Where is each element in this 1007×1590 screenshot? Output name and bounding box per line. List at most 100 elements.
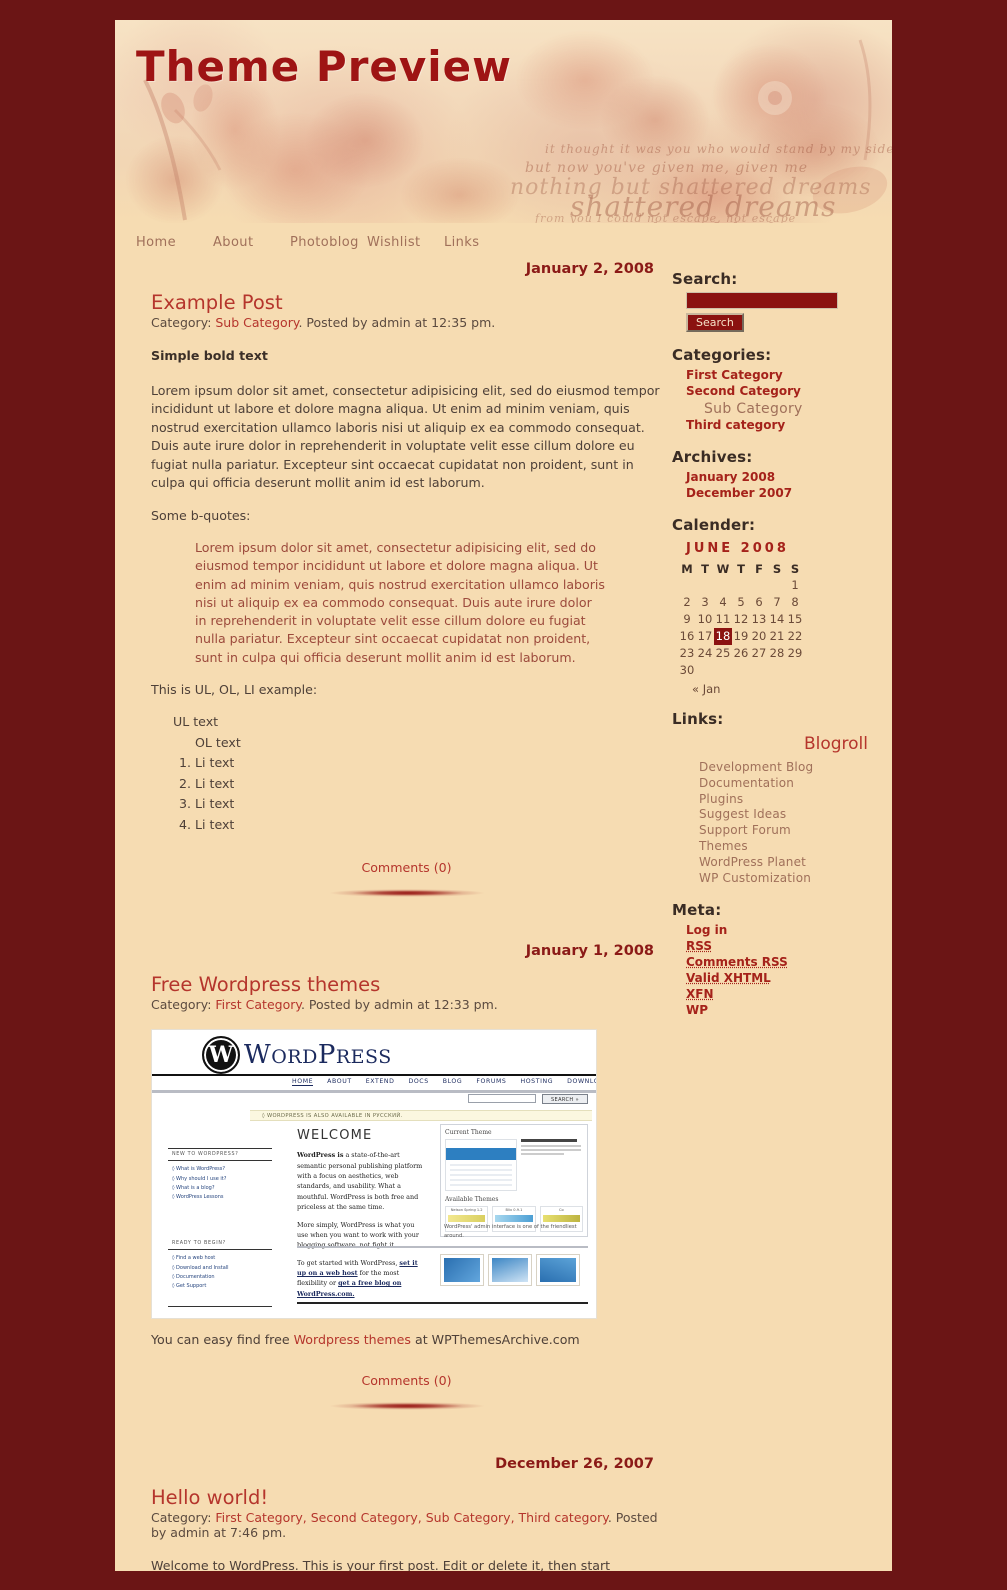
calendar-day-sun: S xyxy=(790,561,800,576)
calendar-cell: 21 xyxy=(769,629,785,644)
wp-theme-name: Co xyxy=(558,1208,564,1213)
nav-item-home[interactable]: Home xyxy=(136,235,213,250)
wp-promo-card xyxy=(440,1254,484,1287)
link-suggest-ideas[interactable]: Suggest Ideas xyxy=(699,807,786,821)
post-title-link[interactable]: Free Wordpress themes xyxy=(151,973,380,996)
list-intro: This is UL, OL, LI example: xyxy=(151,681,318,697)
list-item: Documentation xyxy=(699,776,872,792)
post-divider xyxy=(326,1402,487,1411)
comments-link[interactable]: Comments (0) xyxy=(361,860,451,875)
wp-body-rest: a state-of-the-art semantic personal pub… xyxy=(297,1151,423,1212)
calendar-cell-today: 18 xyxy=(714,627,732,645)
post-caption: You can easy find free Wordpress themes … xyxy=(151,1332,662,1347)
list-item: Li text xyxy=(195,754,662,773)
calendar-cell: 23 xyxy=(679,646,695,661)
nav-item-about[interactable]: About xyxy=(213,235,290,250)
calendar-week: 1 xyxy=(678,577,804,594)
link-wordpress-planet[interactable]: WordPress Planet xyxy=(699,855,806,869)
wp-search-input xyxy=(468,1094,536,1104)
post-category-link[interactable]: First Category xyxy=(215,997,301,1012)
list-item: WordPress Planet xyxy=(699,855,872,871)
calendar-cell: 13 xyxy=(751,612,767,627)
link-themes[interactable]: Themes xyxy=(699,839,748,853)
link-plugins[interactable]: Plugins xyxy=(699,792,743,806)
calendar-cell: 11 xyxy=(715,612,731,627)
wp-nav-forums: FORUMS xyxy=(476,1078,507,1086)
link-documentation[interactable]: Documentation xyxy=(699,776,794,790)
script-line-5: from you I could not escape, not escape xyxy=(535,212,797,223)
wp-body-bold: WordPress is xyxy=(297,1151,344,1160)
search-button[interactable]: Search xyxy=(686,313,744,332)
post-body: Welcome to WordPress. This is your first… xyxy=(151,1557,662,1571)
calendar-cell: 29 xyxy=(787,646,803,661)
search-input[interactable] xyxy=(686,292,838,309)
post-category-links[interactable]: First Category, Second Category, Sub Cat… xyxy=(215,1510,607,1525)
post-meta: Category: First Category. Posted by admi… xyxy=(151,997,662,1012)
calendar-cell: 15 xyxy=(787,612,803,627)
calendar-cell xyxy=(678,577,696,594)
post-title[interactable]: Example Post xyxy=(151,291,662,314)
calendar-day-tue: T xyxy=(701,561,709,576)
sidebar-meta-block: Meta: Log in RSS Comments RSS Valid XHTM… xyxy=(672,901,872,1019)
wp-promo-cards xyxy=(440,1254,580,1287)
calendar-cell xyxy=(768,577,786,594)
wp-logo-row: W WORDPRESS xyxy=(152,1030,596,1077)
list-item: Log in xyxy=(686,923,872,939)
sidebar-category-second[interactable]: Second Category xyxy=(686,384,801,398)
calendar-day-wed: W xyxy=(716,561,730,576)
calendar-cell: 22 xyxy=(787,629,803,644)
nav-item-wishlist[interactable]: Wishlist xyxy=(367,235,444,250)
post-title-link[interactable]: Hello world! xyxy=(151,1486,268,1509)
calendar-cell: 1 xyxy=(791,578,799,593)
wp-theme-panel: Current Theme Available Themes Nelson Sp… xyxy=(440,1124,588,1238)
archive-january-2008[interactable]: January 2008 xyxy=(686,470,775,484)
post-date: December 26, 2007 xyxy=(495,1456,654,1473)
sidebar-categories-block: Categories: First Category Second Catego… xyxy=(672,346,872,434)
sidebar-calendar-block: Calender: JUNE 2008 M T W T F S S 1 2 3 … xyxy=(672,516,872,696)
nav-item-photoblog[interactable]: Photoblog xyxy=(290,235,367,250)
meta-comments-rss[interactable]: Comments RSS xyxy=(686,955,788,969)
meta-valid-xhtml[interactable]: Valid XHTML xyxy=(686,971,771,985)
calendar-prev-link[interactable]: « Jan xyxy=(692,682,720,696)
link-support-forum[interactable]: Support Forum xyxy=(699,823,791,837)
sidebar-category-first[interactable]: First Category xyxy=(686,368,783,382)
sidebar-category-third[interactable]: Third category xyxy=(686,418,785,432)
comments-link[interactable]: Comments (0) xyxy=(361,1373,451,1388)
wp-link: ◊ WordPress Lessons xyxy=(172,1194,224,1200)
sidebar-category-sub[interactable]: Sub Category xyxy=(704,401,803,417)
wp-header-rule xyxy=(152,1074,596,1077)
link-wp-customization[interactable]: WP Customization xyxy=(699,871,811,885)
meta-rss[interactable]: RSS xyxy=(686,939,712,953)
post-title[interactable]: Free Wordpress themes xyxy=(151,973,662,996)
list-item: XFN xyxy=(686,987,872,1003)
caption-link[interactable]: Wordpress themes xyxy=(294,1332,411,1347)
calendar-day-sat: S xyxy=(772,561,782,576)
post-title-link[interactable]: Example Post xyxy=(151,291,283,314)
meta-xfn[interactable]: XFN xyxy=(686,987,714,1001)
meta-log-in[interactable]: Log in xyxy=(686,923,727,937)
wp-panel-caption: WordPress' admin interface is one of the… xyxy=(444,1224,577,1239)
calendar-cell: 20 xyxy=(751,629,767,644)
wp-promo-card xyxy=(536,1254,580,1287)
wp-welcome-heading: WELCOME xyxy=(297,1128,373,1144)
wp-left-divider xyxy=(168,1306,272,1308)
post-title[interactable]: Hello world! xyxy=(151,1486,662,1509)
calendar-day-thu: T xyxy=(737,561,745,576)
list-item: Plugins xyxy=(699,792,872,808)
meta-wp[interactable]: WP xyxy=(686,1003,708,1017)
calendar-cell: 26 xyxy=(733,646,749,661)
archive-december-2007[interactable]: December 2007 xyxy=(686,486,792,500)
site-title[interactable]: Theme Preview xyxy=(136,42,512,91)
nav-item-links[interactable]: Links xyxy=(444,235,521,250)
calendar-nav: « Jan xyxy=(678,679,872,696)
calendar-cell xyxy=(696,577,714,594)
calendar-cell xyxy=(750,662,768,679)
calendar-cell: 25 xyxy=(715,646,731,661)
wp-promo-card xyxy=(488,1254,532,1287)
calendar-header-row: M T W T F S S xyxy=(678,561,804,577)
list-item: RSS xyxy=(686,939,872,955)
calendar-day-mon: M xyxy=(681,561,693,576)
post-category-link[interactable]: Sub Category xyxy=(215,315,298,330)
link-development-blog[interactable]: Development Blog xyxy=(699,760,813,774)
meta-heading: Meta: xyxy=(672,901,722,920)
